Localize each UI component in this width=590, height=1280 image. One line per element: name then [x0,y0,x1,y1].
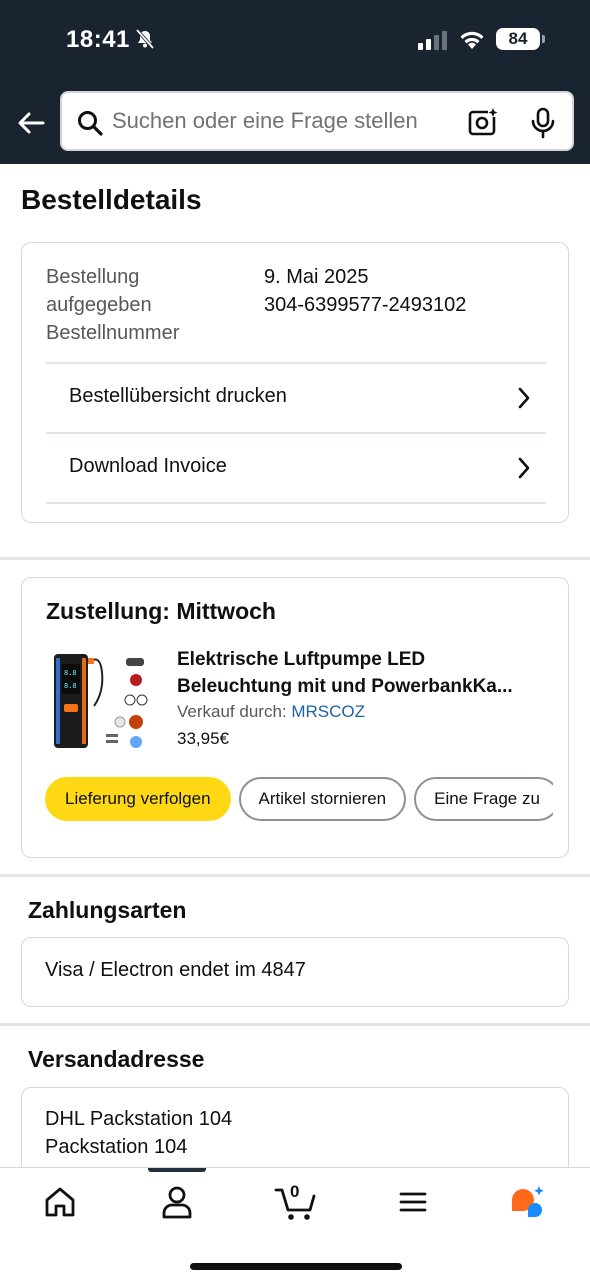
product-price: 33,95€ [177,729,229,748]
download-invoice-row[interactable]: Download Invoice [46,432,546,502]
delivery-title: Zustellung: Mittwoch [46,598,276,624]
ask-question-button[interactable]: Eine Frage zu [414,777,553,821]
address-line-1: DHL Packstation 104 [45,1108,233,1130]
back-arrow-icon[interactable] [14,106,48,140]
print-summary-row[interactable]: Bestellübersicht drucken [46,362,546,432]
print-summary-label: Bestellübersicht drucken [69,385,287,407]
shipment-card: Zustellung: Mittwoch 8.8 8.8 Elektrische… [21,577,569,858]
seller-link[interactable]: MRSCOZ [291,702,365,721]
payment-section-title: Zahlungsarten [28,897,187,923]
track-package-button[interactable]: Lieferung verfolgen [45,777,231,821]
home-indicator [190,1263,402,1270]
search-icon [78,111,103,136]
payment-card: Visa / Electron endet im 4847 [21,937,569,1007]
bottom-navigation: 0 [0,1167,590,1280]
download-invoice-label: Download Invoice [69,455,227,477]
seller-prefix: Verkauf durch: [177,702,287,721]
home-icon[interactable] [40,1184,80,1220]
svg-text:8.8: 8.8 [64,682,77,690]
cart-button[interactable]: 0 [274,1182,318,1220]
svg-text:8.8: 8.8 [64,669,77,677]
page-title: Bestelldetails [21,184,202,215]
section-divider [0,874,590,877]
product-title-line-1: Elektrische Luftpumpe LED [177,649,426,670]
chevron-right-icon [518,457,530,479]
signal-icon [418,31,447,50]
order-number: 304-6399577-2493102 [264,294,467,316]
product-title[interactable]: Elektrische Luftpumpe LED Beleuchtung mi… [177,646,547,700]
search-bar[interactable] [60,91,574,151]
header: 18:41 84 [0,0,590,164]
seller-info: Verkauf durch: MRSCOZ [177,702,365,722]
order-labels: Bestellung aufgegeben Bestellnummer [46,263,246,347]
chevron-right-icon [518,387,530,409]
battery-level: 84 [496,28,545,50]
address-line-2: Packstation 104 [45,1136,188,1158]
section-divider [0,557,590,560]
cart-count: 0 [290,1182,300,1201]
payment-method: Visa / Electron endet im 4847 [45,959,306,981]
address-section-title: Versandadresse [28,1046,205,1072]
wifi-icon [460,31,484,49]
order-values: 9. Mai 2025 304-6399577-2493102 [264,263,466,319]
section-divider [0,1023,590,1026]
rufus-assistant-icon[interactable] [508,1184,548,1220]
microphone-icon[interactable] [530,107,556,139]
divider [46,502,546,504]
order-date: 9. Mai 2025 [264,266,369,288]
bell-muted-icon [135,28,155,50]
search-input[interactable] [112,93,452,149]
menu-icon[interactable] [393,1184,433,1220]
order-info-card: Bestellung aufgegeben Bestellnummer 9. M… [21,242,569,523]
order-number-label: Bestellnummer [46,322,180,344]
camera-lens-icon[interactable] [468,107,500,137]
product-title-line-2: Beleuchtung mit und PowerbankKa... [177,676,513,697]
account-icon[interactable] [157,1184,197,1220]
cancel-item-button[interactable]: Artikel stornieren [238,777,407,821]
status-time: 18:41 [66,26,130,53]
order-placed-label: Bestellung aufgegeben [46,266,152,316]
product-image[interactable]: 8.8 8.8 [50,648,150,752]
action-buttons: Lieferung verfolgen Artikel stornieren Ein… [45,777,553,823]
active-tab-indicator [148,1168,206,1172]
